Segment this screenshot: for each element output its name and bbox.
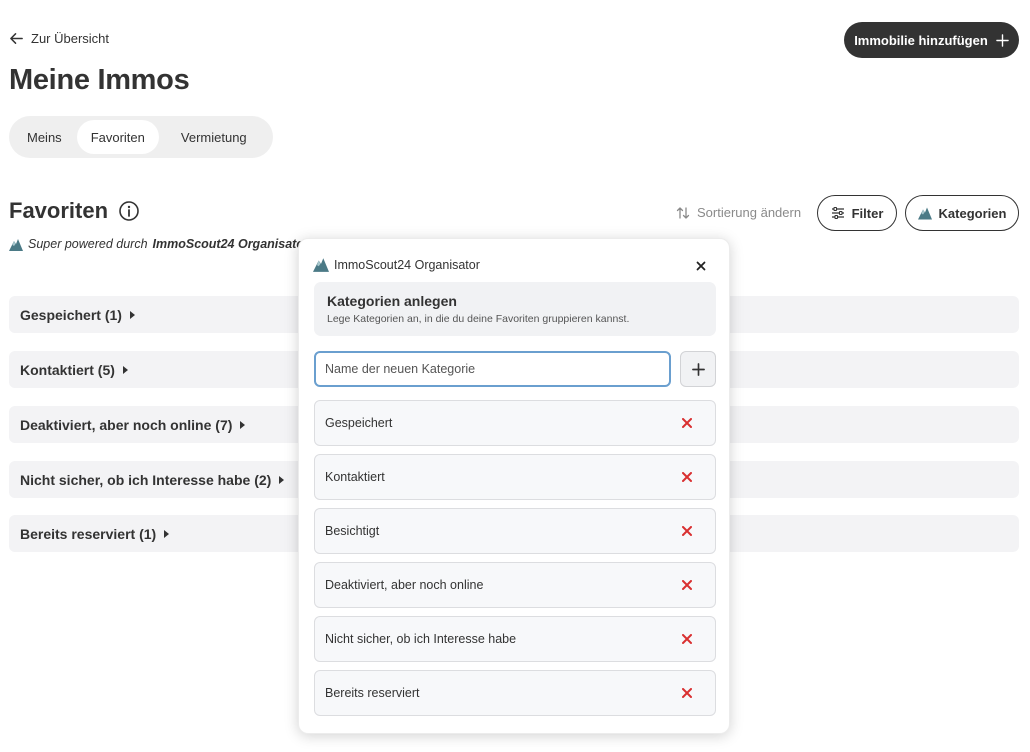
category-label: Nicht sicher, ob ich Interesse habe	[325, 632, 517, 646]
section-title: Favoriten	[9, 198, 140, 224]
caret-right-icon	[164, 529, 170, 538]
organizer-logo-icon	[9, 238, 23, 251]
add-category-button[interactable]	[680, 351, 716, 387]
delete-category-button[interactable]	[680, 470, 694, 484]
category-item: Deaktiviert, aber noch online	[314, 562, 716, 608]
caret-right-icon	[240, 420, 246, 429]
tab-favoriten[interactable]: Favoriten	[76, 120, 159, 154]
category-item: Gespeichert	[314, 400, 716, 446]
delete-category-button[interactable]	[680, 632, 694, 646]
powered-brand[interactable]: ImmoScout24 Organisator	[153, 237, 301, 251]
filter-label: Filter	[851, 205, 884, 221]
tab-bar: Meins Favoriten Vermietung	[9, 116, 273, 158]
caret-right-icon	[279, 475, 285, 484]
delete-x-icon	[682, 580, 692, 590]
tab-meins[interactable]: Meins	[13, 120, 77, 154]
category-label: Kontaktiert	[325, 470, 385, 484]
delete-x-icon	[682, 634, 692, 644]
sort-icon	[676, 206, 690, 219]
group-label: Kontaktiert (5)	[20, 361, 115, 378]
arrow-left-icon	[10, 33, 23, 44]
caret-right-icon	[122, 365, 128, 374]
filter-button[interactable]: Filter	[817, 195, 897, 231]
categories-modal: ImmoScout24 Organisator Kategorien anleg…	[298, 238, 730, 734]
categories-button[interactable]: Kategorien	[905, 195, 1019, 231]
close-button[interactable]	[693, 258, 709, 274]
powered-prefix: Super powered durch	[28, 237, 148, 251]
category-label: Gespeichert	[325, 416, 393, 430]
delete-category-button[interactable]	[680, 686, 694, 700]
delete-category-button[interactable]	[680, 578, 694, 592]
plus-icon	[691, 362, 705, 376]
category-item: Nicht sicher, ob ich Interesse habe	[314, 616, 716, 662]
page-title: Meine Immos	[9, 64, 190, 96]
sliders-icon	[831, 206, 844, 220]
new-category-input[interactable]	[314, 351, 671, 387]
sort-label: Sortierung ändern	[697, 205, 802, 220]
info-icon[interactable]	[118, 200, 140, 222]
close-icon	[696, 261, 706, 271]
category-item: Bereits reserviert	[314, 670, 716, 716]
back-link-label: Zur Übersicht	[31, 31, 110, 46]
back-link[interactable]: Zur Übersicht	[9, 31, 109, 46]
modal-info-title: Kategorien anlegen	[327, 293, 457, 309]
organizer-logo-icon	[313, 258, 329, 272]
category-item: Kontaktiert	[314, 454, 716, 500]
modal-info-box: Kategorien anlegen Lege Kategorien an, i…	[314, 282, 716, 336]
group-label: Gespeichert (1)	[20, 306, 122, 323]
delete-category-button[interactable]	[680, 416, 694, 430]
organizer-logo-icon	[917, 207, 932, 220]
category-item: Besichtigt	[314, 508, 716, 554]
add-property-button[interactable]: Immobilie hinzufügen	[844, 22, 1019, 58]
modal-header: ImmoScout24 Organisator	[313, 257, 480, 272]
delete-x-icon	[682, 688, 692, 698]
caret-right-icon	[129, 310, 135, 319]
powered-by-line: Super powered durch ImmoScout24 Organisa…	[9, 237, 301, 251]
tab-vermietung[interactable]: Vermietung	[159, 120, 261, 154]
group-label: Bereits reserviert (1)	[20, 525, 157, 542]
modal-app-name: ImmoScout24 Organisator	[334, 257, 480, 272]
delete-x-icon	[682, 418, 692, 428]
categories-label: Kategorien	[938, 205, 1007, 221]
group-label: Deaktiviert, aber noch online (7)	[20, 416, 233, 433]
category-label: Besichtigt	[325, 524, 380, 538]
section-title-text: Favoriten	[9, 198, 109, 223]
group-label: Nicht sicher, ob ich Interesse habe (2)	[20, 471, 272, 488]
delete-category-button[interactable]	[680, 524, 694, 538]
delete-x-icon	[682, 526, 692, 536]
category-label: Deaktiviert, aber noch online	[325, 578, 484, 592]
modal-info-subtitle: Lege Kategorien an, in die du deine Favo…	[327, 313, 630, 325]
add-property-label: Immobilie hinzufügen	[854, 32, 988, 48]
plus-icon	[996, 33, 1009, 47]
delete-x-icon	[682, 472, 692, 482]
sort-button[interactable]: Sortierung ändern	[676, 205, 801, 220]
category-label: Bereits reserviert	[325, 686, 420, 700]
